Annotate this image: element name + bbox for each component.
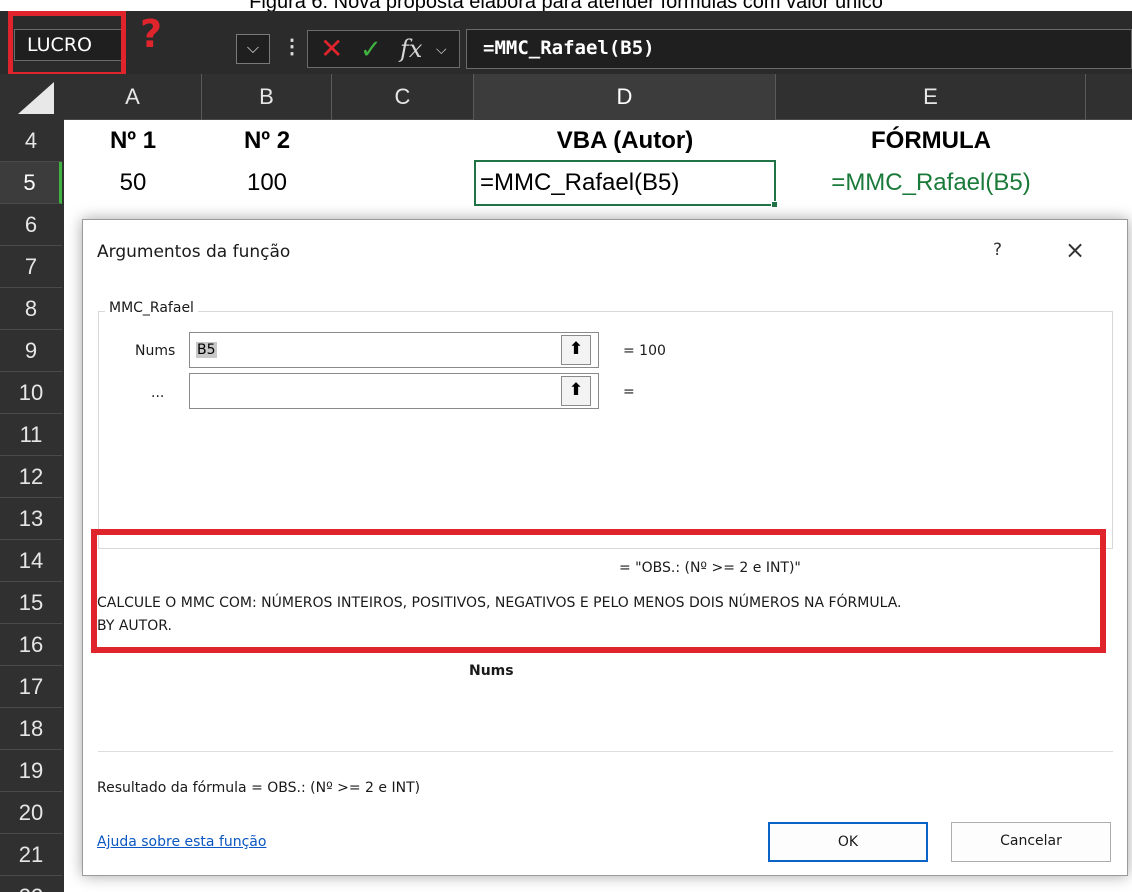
column-header-b[interactable]: B: [202, 74, 332, 120]
column-header-a[interactable]: A: [64, 74, 202, 120]
row-header-13[interactable]: 13: [0, 498, 62, 540]
arg-result-nums: = 100: [623, 343, 666, 359]
row-header-15[interactable]: 15: [0, 582, 62, 624]
result-preview: = "OBS.: (Nº >= 2 e INT)": [619, 560, 801, 576]
row-header-19[interactable]: 19: [0, 750, 62, 792]
row-header-11[interactable]: 11: [0, 414, 62, 456]
row-headers: 4 5 6 7 8 9 10 11 12 13 14 15 16 17 18 1…: [0, 120, 64, 892]
description-highlight: [91, 529, 1106, 653]
function-name-label: MMC_Rafael: [105, 300, 198, 316]
help-icon[interactable]: ?: [993, 240, 1002, 260]
cell-b5[interactable]: 100: [202, 162, 332, 204]
collapse-dialog-icon[interactable]: ⬆: [561, 335, 591, 365]
row-header-20[interactable]: 20: [0, 792, 62, 834]
row-header-9[interactable]: 9: [0, 330, 62, 372]
formula-result: Resultado da fórmula = OBS.: (Nº >= 2 e …: [97, 780, 421, 796]
column-header-c[interactable]: C: [332, 74, 474, 120]
select-all-button[interactable]: [0, 74, 64, 120]
formula-bar-tools: ✕ ✓ fx ⌵: [307, 30, 460, 68]
fill-handle[interactable]: [771, 201, 778, 208]
fx-dropdown-icon[interactable]: ⌵: [436, 37, 447, 61]
row-header-4[interactable]: 4: [0, 120, 62, 162]
enter-entry-icon[interactable]: ✓: [360, 33, 382, 65]
row-header-5[interactable]: 5: [0, 162, 62, 204]
collapse-dialog-icon-2[interactable]: ⬆: [561, 376, 591, 406]
row-header-12[interactable]: 12: [0, 456, 62, 498]
current-argument-name: Nums: [469, 663, 514, 679]
column-header-e[interactable]: E: [776, 74, 1086, 120]
cell-e5[interactable]: =MMC_Rafael(B5): [776, 162, 1086, 204]
column-headers: A B C D E: [0, 74, 1132, 120]
function-description-author: BY AUTOR.: [97, 618, 172, 634]
row-header-16[interactable]: 16: [0, 624, 62, 666]
column-header-d[interactable]: D: [474, 74, 776, 120]
insert-function-icon[interactable]: fx: [400, 34, 422, 64]
formula-bar: LUCRO ⌵ ⋮ ✕ ✓ fx ⌵ =MMC_Rafael(B5): [0, 11, 1132, 74]
select-all-icon: [18, 82, 54, 114]
active-cell-border: [474, 160, 776, 206]
row-header-6[interactable]: 6: [0, 204, 62, 246]
arg-label-more: ...: [151, 385, 165, 401]
name-box-highlight: [8, 11, 126, 77]
nums-input[interactable]: B5: [189, 332, 599, 368]
cell-a5[interactable]: 50: [64, 162, 202, 204]
row-header-10[interactable]: 10: [0, 372, 62, 414]
cell-a4[interactable]: Nº 1: [64, 120, 202, 162]
row-header-21[interactable]: 21: [0, 834, 62, 876]
function-description: CALCULE O MMC COM: NÚMEROS INTEIROS, POS…: [97, 595, 902, 611]
row-header-8[interactable]: 8: [0, 288, 62, 330]
ok-button[interactable]: OK: [768, 822, 928, 862]
row-header-22[interactable]: 22: [0, 876, 62, 892]
row-header-14[interactable]: 14: [0, 540, 62, 582]
dialog-separator: [98, 751, 1113, 752]
help-link[interactable]: Ajuda sobre esta função: [97, 834, 266, 850]
nums-input-value: B5: [196, 342, 217, 358]
cell-d4[interactable]: VBA (Autor): [474, 120, 776, 162]
formula-input[interactable]: =MMC_Rafael(B5): [466, 29, 1132, 69]
question-annotation: ?: [140, 12, 163, 56]
cancel-button[interactable]: Cancelar: [951, 822, 1111, 862]
cell-e4[interactable]: FÓRMULA: [776, 120, 1086, 162]
row-header-7[interactable]: 7: [0, 246, 62, 288]
formula-bar-grip-icon[interactable]: ⋮: [282, 32, 302, 62]
more-args-input[interactable]: [189, 373, 599, 409]
row-header-17[interactable]: 17: [0, 666, 62, 708]
cell-b4[interactable]: Nº 2: [202, 120, 332, 162]
close-icon[interactable]: ×: [1065, 236, 1085, 264]
name-box-dropdown-icon[interactable]: ⌵: [236, 34, 270, 64]
arg-label-nums: Nums: [135, 343, 176, 359]
arg-result-more: =: [623, 384, 635, 400]
function-arguments-dialog: Argumentos da função ? × MMC_Rafael Nums…: [82, 219, 1128, 876]
dialog-title: Argumentos da função: [97, 242, 291, 262]
row-header-18[interactable]: 18: [0, 708, 62, 750]
cancel-entry-icon[interactable]: ✕: [320, 33, 343, 65]
